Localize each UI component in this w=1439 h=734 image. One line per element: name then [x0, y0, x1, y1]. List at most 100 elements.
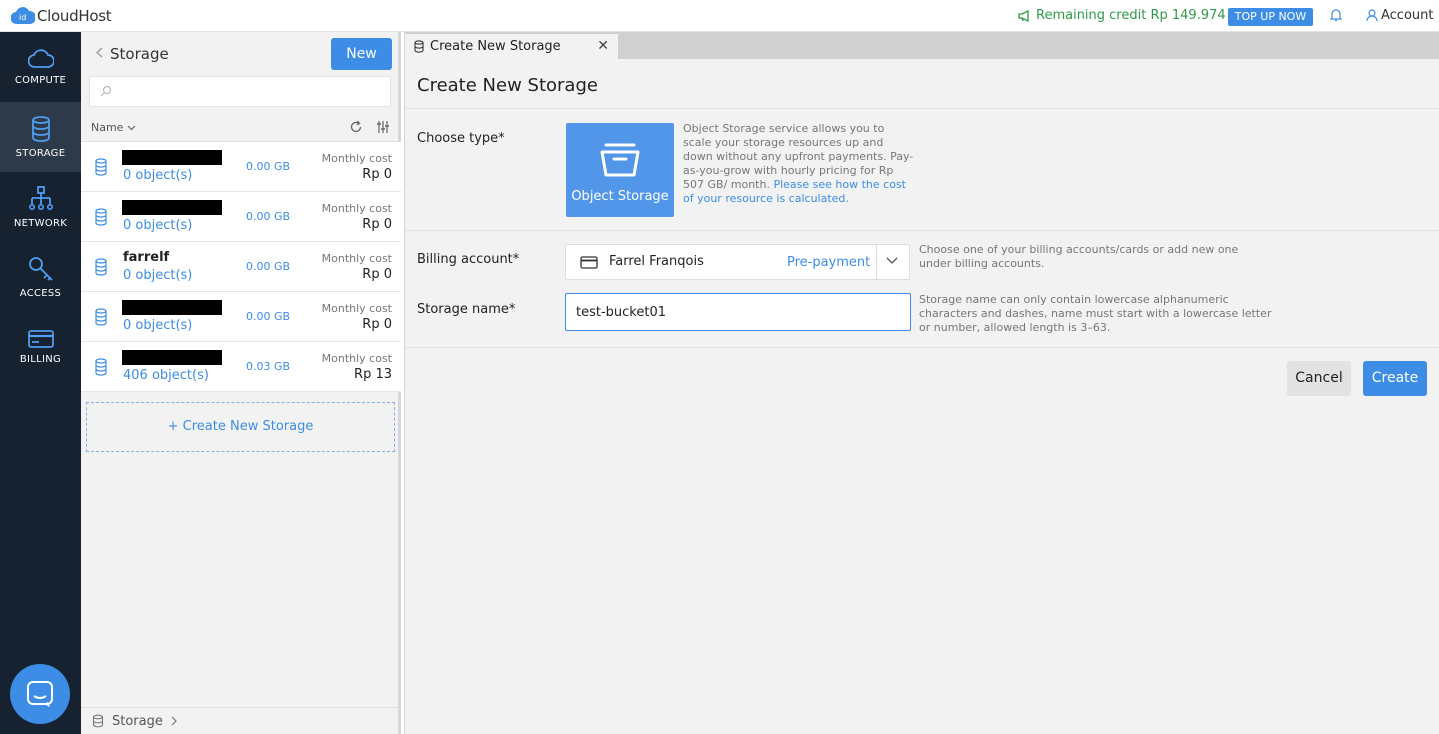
storage-list-panel: Storage New Name 0 object(s) 0.00 GB Mon…: [81, 32, 401, 734]
refresh-icon[interactable]: [349, 120, 363, 134]
chevron-left-icon[interactable]: [96, 47, 103, 58]
monthly-cost-label: Monthly cost: [321, 152, 392, 165]
database-icon: [95, 358, 107, 376]
monthly-cost-label: Monthly cost: [321, 352, 392, 365]
column-name-label: Name: [91, 121, 124, 134]
storage-row[interactable]: farrelf 0 object(s) 0.00 GB Monthly cost…: [81, 242, 401, 292]
close-icon[interactable]: ✕: [597, 38, 609, 54]
search-icon: [100, 85, 112, 97]
redacted-name: [122, 200, 222, 215]
storage-size: 0.00 GB: [246, 310, 291, 323]
monthly-cost: Rp 0: [362, 217, 392, 232]
chevron-right-icon: [171, 716, 177, 726]
cloud-logo-icon: id: [11, 7, 35, 25]
object-count[interactable]: 0 object(s): [123, 268, 192, 283]
nav-item-network[interactable]: NETWORK: [0, 172, 81, 242]
storage-name-field[interactable]: [565, 293, 911, 331]
billing-account-select[interactable]: Farrel Franqois Pre-payment: [565, 244, 910, 280]
nav-item-access[interactable]: ACCESS: [0, 242, 81, 312]
storage-name-input[interactable]: [566, 294, 910, 330]
nav-label: STORAGE: [15, 147, 66, 159]
tab-label: Create New Storage: [430, 39, 561, 54]
storage-size: 0.03 GB: [246, 360, 291, 373]
bell-icon[interactable]: [1330, 8, 1342, 22]
database-icon: [414, 40, 424, 53]
database-icon: [95, 158, 107, 176]
chat-button[interactable]: [10, 664, 70, 724]
divider: [876, 245, 877, 279]
storage-size: 0.00 GB: [246, 160, 291, 173]
monthly-cost: Rp 0: [362, 267, 392, 282]
user-icon: [1366, 9, 1378, 22]
storage-list: 0 object(s) 0.00 GB Monthly cost Rp 0 0 …: [81, 142, 401, 392]
main-nav: COMPUTE STORAGE NETWORK ACCESS BILLING: [0, 32, 81, 734]
credit-text: Remaining credit Rp 149.974: [1036, 8, 1226, 23]
network-icon: [28, 185, 53, 210]
billing-hint: Choose one of your billing accounts/card…: [919, 243, 1239, 270]
billing-mode: Pre-payment: [787, 255, 871, 270]
top-bar: id CloudHost Remaining credit Rp 149.974…: [0, 0, 1439, 32]
new-storage-button[interactable]: New: [331, 38, 392, 70]
monthly-cost: Rp 0: [362, 167, 392, 182]
storage-size: 0.00 GB: [246, 210, 291, 223]
storage-name-hint: Storage name can only contain lowercase …: [919, 293, 1272, 334]
database-icon: [92, 714, 104, 728]
redacted-name: [122, 150, 222, 165]
tab-bar: Create New Storage ✕: [405, 32, 1439, 59]
object-storage-tile[interactable]: Object Storage: [566, 123, 674, 217]
logo[interactable]: id CloudHost: [11, 6, 112, 26]
create-button[interactable]: Create: [1363, 361, 1427, 396]
nav-label: ACCESS: [19, 287, 62, 299]
monthly-cost-label: Monthly cost: [321, 202, 392, 215]
database-icon: [31, 115, 50, 142]
nav-item-storage[interactable]: STORAGE: [0, 102, 81, 172]
nav-label: COMPUTE: [14, 74, 67, 86]
monthly-cost: Rp 0: [362, 317, 392, 332]
footer-label: Storage: [112, 713, 163, 729]
object-count[interactable]: 0 object(s): [123, 318, 192, 333]
svg-text:id: id: [19, 13, 26, 22]
object-count[interactable]: 406 object(s): [123, 368, 209, 383]
chevron-down-icon[interactable]: [886, 257, 898, 265]
nav-item-billing[interactable]: BILLING: [0, 312, 81, 382]
choose-type-label: Choose type*: [417, 131, 505, 146]
object-count[interactable]: 0 object(s): [123, 168, 192, 183]
nav-label: BILLING: [19, 353, 62, 365]
chevron-down-icon: [128, 125, 136, 130]
storage-name: farrelf: [123, 250, 170, 265]
top-up-button[interactable]: TOP UP NOW: [1228, 8, 1313, 26]
create-new-storage-button[interactable]: + Create New Storage: [86, 402, 395, 452]
nav-item-compute[interactable]: COMPUTE: [0, 32, 81, 102]
filter-settings-icon[interactable]: [376, 120, 390, 134]
search-input[interactable]: [90, 77, 390, 106]
megaphone-icon: [1018, 9, 1029, 22]
storage-row[interactable]: 0 object(s) 0.00 GB Monthly cost Rp 0: [81, 142, 401, 192]
cloud-icon: [27, 48, 54, 68]
divider: [405, 230, 1439, 231]
tab-create-new-storage[interactable]: Create New Storage ✕: [405, 34, 618, 59]
account-menu[interactable]: Account: [1366, 8, 1434, 23]
credit-card-icon: [580, 256, 598, 269]
list-column-header: Name: [81, 116, 401, 142]
remaining-credit[interactable]: Remaining credit Rp 149.974: [1018, 8, 1226, 23]
account-label: Account: [1381, 8, 1434, 23]
sort-by-name[interactable]: Name: [91, 121, 136, 134]
storage-row[interactable]: 0 object(s) 0.00 GB Monthly cost Rp 0: [81, 192, 401, 242]
card-icon: [27, 329, 54, 348]
chat-icon: [27, 681, 53, 707]
cancel-button[interactable]: Cancel: [1287, 361, 1351, 396]
storage-size: 0.00 GB: [246, 260, 291, 273]
monthly-cost-label: Monthly cost: [321, 252, 392, 265]
list-footer-breadcrumb[interactable]: Storage: [81, 707, 401, 734]
database-icon: [95, 308, 107, 326]
monthly-cost: Rp 13: [354, 367, 392, 382]
divider: [405, 347, 1439, 348]
key-icon: [28, 256, 53, 281]
nav-label: NETWORK: [13, 217, 68, 229]
create-storage-panel: Create New Storage ✕ Create New Storage …: [404, 32, 1439, 734]
storage-row[interactable]: 406 object(s) 0.03 GB Monthly cost Rp 13: [81, 342, 401, 392]
object-count[interactable]: 0 object(s): [123, 218, 192, 233]
storage-row[interactable]: 0 object(s) 0.00 GB Monthly cost Rp 0: [81, 292, 401, 342]
list-header: Storage New: [81, 32, 401, 74]
search-box[interactable]: [89, 76, 391, 107]
